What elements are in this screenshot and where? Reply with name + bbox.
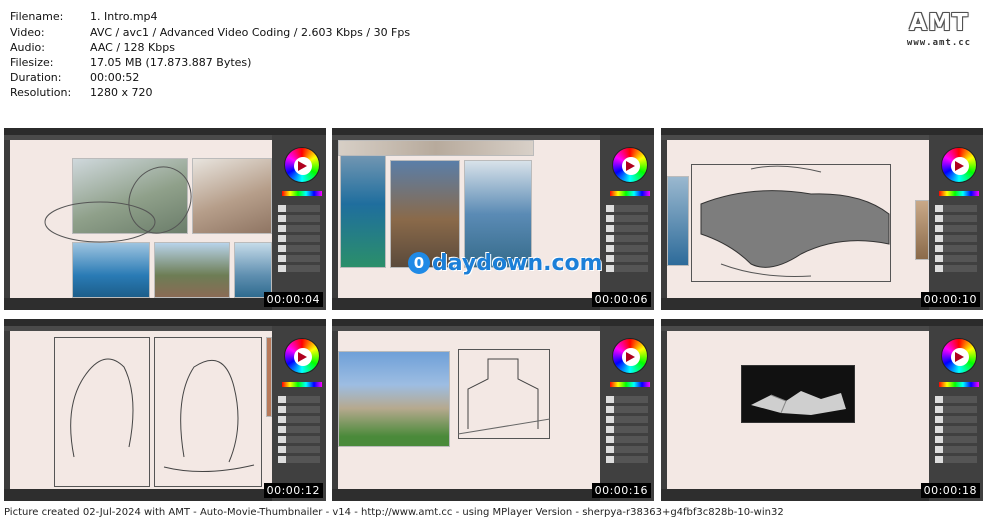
info-label: Duration: [10,71,62,84]
reference-photo [234,242,272,298]
layers-panel [278,205,320,305]
info-label: Video: [10,26,45,39]
color-panel [272,326,326,501]
timestamp-label: 00:00:16 [591,483,651,498]
color-panel [929,135,983,310]
info-value: AAC / 128 Kbps [90,41,175,54]
drawing-canvas [667,331,929,489]
render-shapes [751,391,846,415]
video-thumbnail[interactable]: 00:00:18 [661,319,983,501]
status-bar [661,489,929,501]
app-menubar [661,128,983,135]
footer: Picture created 02-Jul-2024 with AMT - A… [0,505,988,521]
daydown-logo-icon: 0 [408,252,430,274]
color-wheel-icon [612,147,648,183]
status-bar [4,489,272,501]
video-thumbnail[interactable]: 00:00:12 [4,319,326,501]
layers-panel [278,396,320,496]
drawing-canvas [338,331,600,489]
layers-panel [606,396,648,496]
amt-logo: AMT www.amt.cc [904,10,974,48]
video-thumbnail[interactable]: 00:00:06 [332,128,654,310]
info-value: 00:00:52 [90,71,140,84]
swatch-strip [610,382,650,387]
watermark-text: daydown.com [432,250,603,276]
logo-url: www.amt.cc [906,38,972,48]
swatch-strip [610,191,650,196]
reference-photo [338,140,534,156]
info-label: Audio: [10,41,45,54]
layers-panel [935,396,977,496]
footer-text: Picture created 02-Jul-2024 with AMT - A… [4,507,784,518]
info-label: Filename: [10,10,64,23]
timestamp-label: 00:00:18 [920,483,980,498]
swatch-strip [282,382,322,387]
swatch-strip [939,191,979,196]
info-header: Filename: 1. Intro.mp4 Video: AVC / avc1… [0,0,988,124]
color-wheel-icon [284,338,320,374]
video-thumbnail[interactable]: 00:00:16 [332,319,654,501]
layers-panel [935,205,977,305]
drawing-canvas [667,140,929,298]
color-panel [929,326,983,501]
color-panel [600,326,654,501]
app-menubar [4,319,326,326]
logo-text: AMT [909,10,969,36]
reference-photo [915,200,929,260]
reference-photo [338,351,450,447]
daydown-watermark: 0 daydown.com [408,248,603,278]
reference-photo [667,176,689,266]
info-value: 1280 x 720 [90,86,153,99]
timestamp-label: 00:00:10 [920,292,980,307]
timestamp-label: 00:00:04 [263,292,323,307]
info-label: Resolution: [10,86,72,99]
color-wheel-icon [284,147,320,183]
sketch-lines [70,358,255,472]
sketch-shape [700,165,890,277]
sketch-ellipses [44,166,192,243]
video-thumbnail[interactable]: 00:00:10 [661,128,983,310]
timestamp-label: 00:00:06 [591,292,651,307]
status-bar [4,298,272,310]
drawing-canvas [10,140,272,298]
status-bar [661,298,929,310]
info-label: Filesize: [10,56,54,69]
drawing-canvas [10,331,272,489]
color-panel [600,135,654,310]
sketch-lines [458,358,550,435]
layers-panel [606,205,648,305]
swatch-strip [282,191,322,196]
reference-photo [340,140,386,268]
reference-photo [192,158,272,234]
color-wheel-icon [612,338,648,374]
app-menubar [332,128,654,135]
color-wheel-icon [941,338,977,374]
color-wheel-icon [941,147,977,183]
app-menubar [332,319,654,326]
info-value: 17.05 MB (17.873.887 Bytes) [90,56,252,69]
status-bar [332,298,600,310]
timestamp-label: 00:00:12 [263,483,323,498]
color-panel [272,135,326,310]
app-menubar [661,319,983,326]
info-value: 1. Intro.mp4 [90,10,158,23]
app-menubar [4,128,326,135]
swatch-strip [939,382,979,387]
video-thumbnail[interactable]: 00:00:04 [4,128,326,310]
info-value: AVC / avc1 / Advanced Video Coding / 2.6… [90,26,411,39]
status-bar [332,489,600,501]
